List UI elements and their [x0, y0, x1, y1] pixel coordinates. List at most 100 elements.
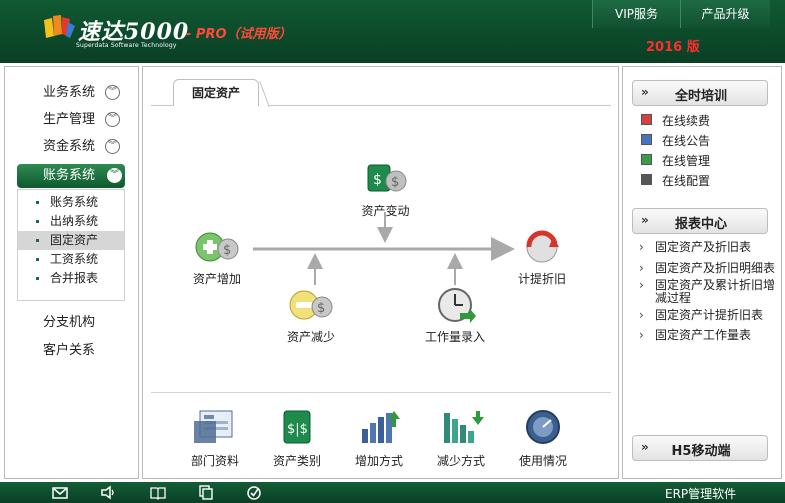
chevron-down-icon: ︾: [105, 112, 120, 127]
money-bag-icon: $ $: [367, 164, 406, 192]
submenu-label: 工资系统: [50, 252, 99, 266]
online-item-label: 在线续费: [662, 114, 711, 128]
svg-text:$: $: [223, 243, 231, 258]
submenu-item-accounting[interactable]: 账务系统: [18, 193, 124, 212]
logo-icon: [44, 15, 75, 38]
version-label: 2016 版: [646, 40, 700, 55]
sidebar: 业务系统 ︾ 生产管理 ︾ 资金系统 ︾ 账务系统 ︾ 账务系统 出纳系统 固定…: [4, 66, 139, 479]
speaker-icon[interactable]: [100, 485, 116, 500]
sidebar-item-label: 资金系统: [43, 139, 96, 154]
submenu-label: 固定资产: [50, 233, 99, 247]
node-label: 资产增加: [192, 272, 241, 286]
svg-text:$: $: [391, 175, 399, 190]
submenu-item-consolidated[interactable]: 合并报表: [18, 269, 124, 288]
copy-icon[interactable]: [198, 485, 214, 500]
shortcut-label: 减少方式: [436, 454, 485, 468]
bullet-icon: [36, 277, 39, 280]
divider: [151, 392, 611, 393]
sidebar-item-production[interactable]: 生产管理 ︾: [17, 109, 135, 131]
asset-add-node[interactable]: $ 资产增加: [185, 227, 249, 287]
sidebar-item-funds[interactable]: 资金系统 ︾: [17, 136, 135, 158]
node-label: 计提折旧: [517, 272, 566, 286]
bullet-icon: [36, 258, 39, 261]
brand-english-name: Superdata Software Technology: [76, 42, 177, 49]
asset-reduce-node[interactable]: $ 资产减少: [279, 285, 343, 345]
online-item-label: 在线公告: [662, 134, 711, 148]
mail-icon[interactable]: [52, 485, 68, 500]
depreciation-node[interactable]: 计提折旧: [506, 227, 578, 287]
training-title: 全时培训: [674, 89, 727, 104]
bullet-icon: [36, 239, 39, 242]
submenu-item-payroll[interactable]: 工资系统: [18, 250, 124, 269]
reduce-method-button[interactable]: 减少方式: [429, 407, 493, 469]
report-center-button[interactable]: » 报表中心: [632, 208, 768, 234]
sidebar-item-branches[interactable]: 分支机构: [43, 311, 95, 330]
book-icon[interactable]: [150, 485, 166, 500]
mobile-h5-button[interactable]: » H5移动端: [632, 435, 768, 461]
asset-change-node[interactable]: $ $ 资产变动: [348, 159, 423, 219]
svg-text:$: $: [317, 301, 325, 316]
top-links: VIP服务 产品升级: [592, 0, 770, 28]
sidebar-item-business[interactable]: 业务系统 ︾: [17, 82, 135, 104]
manage-icon: [641, 154, 652, 165]
add-asset-icon: $: [195, 232, 239, 262]
app-header: 速达5000 - PRO（试用版） Superdata Software Tec…: [0, 0, 785, 63]
asset-category-button[interactable]: $|$ 资产类别: [265, 407, 329, 469]
chevron-right-icon: ›: [639, 240, 644, 254]
online-item-label: 在线管理: [662, 154, 711, 168]
shortcut-label: 资产类别: [272, 454, 321, 468]
config-icon: [641, 174, 652, 185]
bar-chart-down-icon: [444, 411, 484, 443]
footer-product-name: ERP管理软件: [665, 487, 737, 501]
vip-service-link[interactable]: VIP服务: [592, 0, 680, 28]
shortcut-label: 增加方式: [354, 454, 403, 468]
footer-bar: ERP管理软件: [0, 482, 785, 503]
main-panel: 固定资产 $ $ 资产变动 $ 资产增加 计提折旧 $ 资产减少 工作量录入 部…: [142, 66, 619, 479]
report-center-title: 报表中心: [674, 217, 727, 232]
sidebar-item-crm[interactable]: 客户关系: [43, 339, 95, 358]
training-button[interactable]: » 全时培训: [632, 80, 768, 106]
notice-icon: [641, 134, 652, 145]
node-label: 资产减少: [286, 330, 335, 344]
submenu-item-cashier[interactable]: 出纳系统: [18, 212, 124, 231]
shortcut-label: 使用情况: [518, 454, 567, 468]
online-item-label: 在线配置: [662, 174, 711, 188]
renewal-icon: [641, 114, 652, 125]
chevron-right-icon: ›: [639, 278, 644, 292]
workload-entry-node[interactable]: 工作量录入: [415, 285, 495, 345]
right-panel: » 全时培训 在线续费 在线公告 在线管理 在线配置 » 报表中心 › 固定资产…: [622, 66, 782, 479]
bullet-icon: [36, 220, 39, 223]
sidebar-item-accounting-active[interactable]: 账务系统 ︾: [17, 164, 125, 188]
mobile-title: H5移动端: [671, 444, 731, 459]
node-label: 资产变动: [361, 204, 410, 218]
add-method-button[interactable]: 增加方式: [347, 407, 411, 469]
report-label: 固定资产及折旧表: [655, 240, 752, 254]
chevron-right-icon: ›: [639, 308, 644, 322]
reduce-asset-icon: $: [289, 290, 333, 320]
submenu-label: 出纳系统: [50, 214, 99, 228]
chevron-down-icon: ︾: [107, 168, 122, 183]
ledger-icon: $|$: [283, 410, 311, 444]
sidebar-item-label: 生产管理: [43, 112, 96, 127]
product-upgrade-link[interactable]: 产品升级: [680, 0, 770, 28]
brand-edition: - PRO（试用版）: [186, 27, 292, 42]
chevron-down-icon: ︾: [105, 139, 120, 154]
submenu-label: 合并报表: [50, 271, 99, 285]
refresh-icon: [526, 230, 559, 263]
department-info-button[interactable]: 部门资料: [183, 407, 247, 469]
usage-status-button[interactable]: 使用情况: [511, 407, 575, 469]
chevron-right-icon: ›: [639, 261, 644, 275]
bullet-icon: [36, 201, 39, 204]
chevron-down-icon: ︾: [105, 85, 120, 100]
department-icon: [194, 410, 233, 443]
node-label: 工作量录入: [424, 330, 485, 344]
report-label: 固定资产及累计折旧增减过程: [655, 278, 776, 305]
sidebar-item-label: 业务系统: [43, 85, 96, 100]
svg-text:$: $: [373, 172, 382, 188]
report-label: 固定资产工作量表: [655, 328, 752, 342]
report-label: 固定资产及折旧明细表: [655, 261, 776, 275]
check-icon[interactable]: [246, 485, 262, 500]
chevron-right-icon: ›: [639, 328, 644, 342]
submenu-item-fixed-assets[interactable]: 固定资产: [18, 231, 124, 250]
submenu-label: 账务系统: [50, 195, 99, 209]
